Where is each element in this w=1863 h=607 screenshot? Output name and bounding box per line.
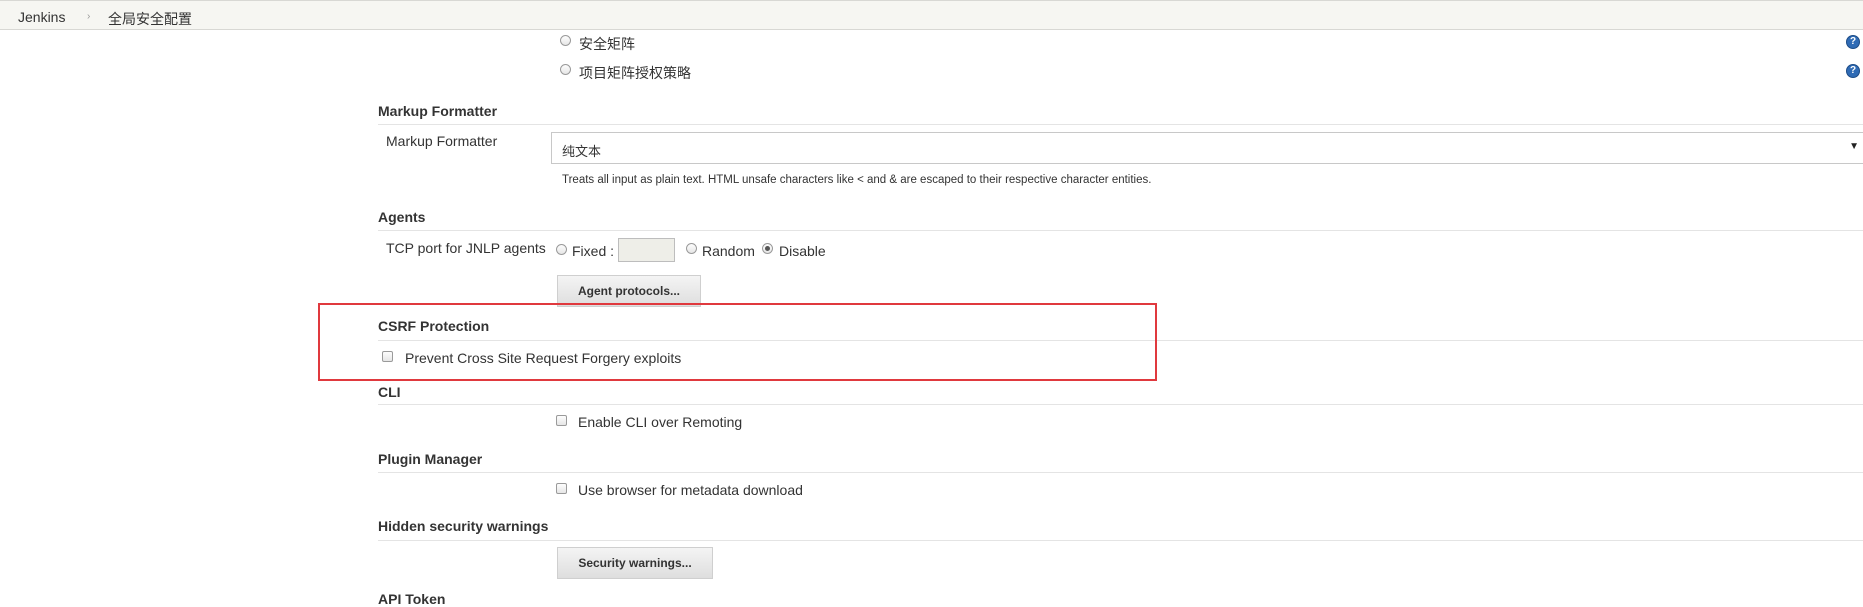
jnlp-random-radio[interactable] — [686, 243, 697, 254]
cli-section-title: CLI — [378, 384, 401, 400]
authorization-matrix-radio[interactable] — [560, 35, 571, 46]
project-matrix-label: 项目矩阵授权策略 — [579, 65, 691, 81]
csrf-highlight-annotation — [318, 303, 1157, 381]
section-divider — [378, 230, 1863, 231]
section-divider — [378, 540, 1863, 541]
cli-remoting-label: Enable CLI over Remoting — [578, 414, 743, 430]
markup-formatter-selected-value: 纯文本 — [562, 144, 602, 159]
cli-remoting-checkbox[interactable] — [556, 415, 567, 426]
chevron-right-icon: › — [87, 11, 91, 22]
jnlp-disable-radio[interactable] — [762, 243, 773, 254]
jnlp-fixed-radio[interactable] — [556, 244, 567, 255]
section-divider — [378, 404, 1863, 405]
authorization-matrix-label: 安全矩阵 — [579, 36, 635, 52]
jnlp-fixed-port-input[interactable] — [618, 238, 675, 262]
project-matrix-radio[interactable] — [560, 64, 571, 75]
security-warnings-button[interactable]: Security warnings... — [557, 547, 713, 579]
section-divider — [378, 472, 1863, 473]
browser-metadata-label: Use browser for metadata download — [578, 482, 803, 498]
plugin-manager-section-title: Plugin Manager — [378, 451, 483, 467]
browser-metadata-checkbox[interactable] — [556, 483, 567, 494]
markup-formatter-field-label: Markup Formatter — [386, 133, 498, 149]
jnlp-fixed-label: Fixed : — [572, 243, 615, 259]
agents-section-title: Agents — [378, 209, 426, 225]
markup-formatter-description: Treats all input as plain text. HTML uns… — [562, 174, 1152, 186]
breadcrumb-jenkins[interactable]: Jenkins — [18, 9, 65, 25]
section-divider — [378, 124, 1863, 125]
jnlp-random-label: Random — [702, 243, 755, 259]
markup-formatter-select[interactable]: 纯文本 ▼ — [551, 132, 1863, 164]
jnlp-port-field-label: TCP port for JNLP agents — [386, 240, 546, 256]
help-icon[interactable]: ? — [1846, 64, 1860, 78]
hidden-warnings-section-title: Hidden security warnings — [378, 518, 549, 534]
jnlp-disable-label: Disable — [779, 243, 826, 259]
help-icon[interactable]: ? — [1846, 35, 1860, 49]
breadcrumb-bar: Jenkins › 全局安全配置 — [0, 0, 1863, 30]
markup-formatter-section-title: Markup Formatter — [378, 103, 498, 119]
api-token-section-title: API Token — [378, 591, 446, 607]
caret-down-icon: ▼ — [1849, 141, 1859, 152]
breadcrumb-global-security[interactable]: 全局安全配置 — [108, 9, 192, 29]
